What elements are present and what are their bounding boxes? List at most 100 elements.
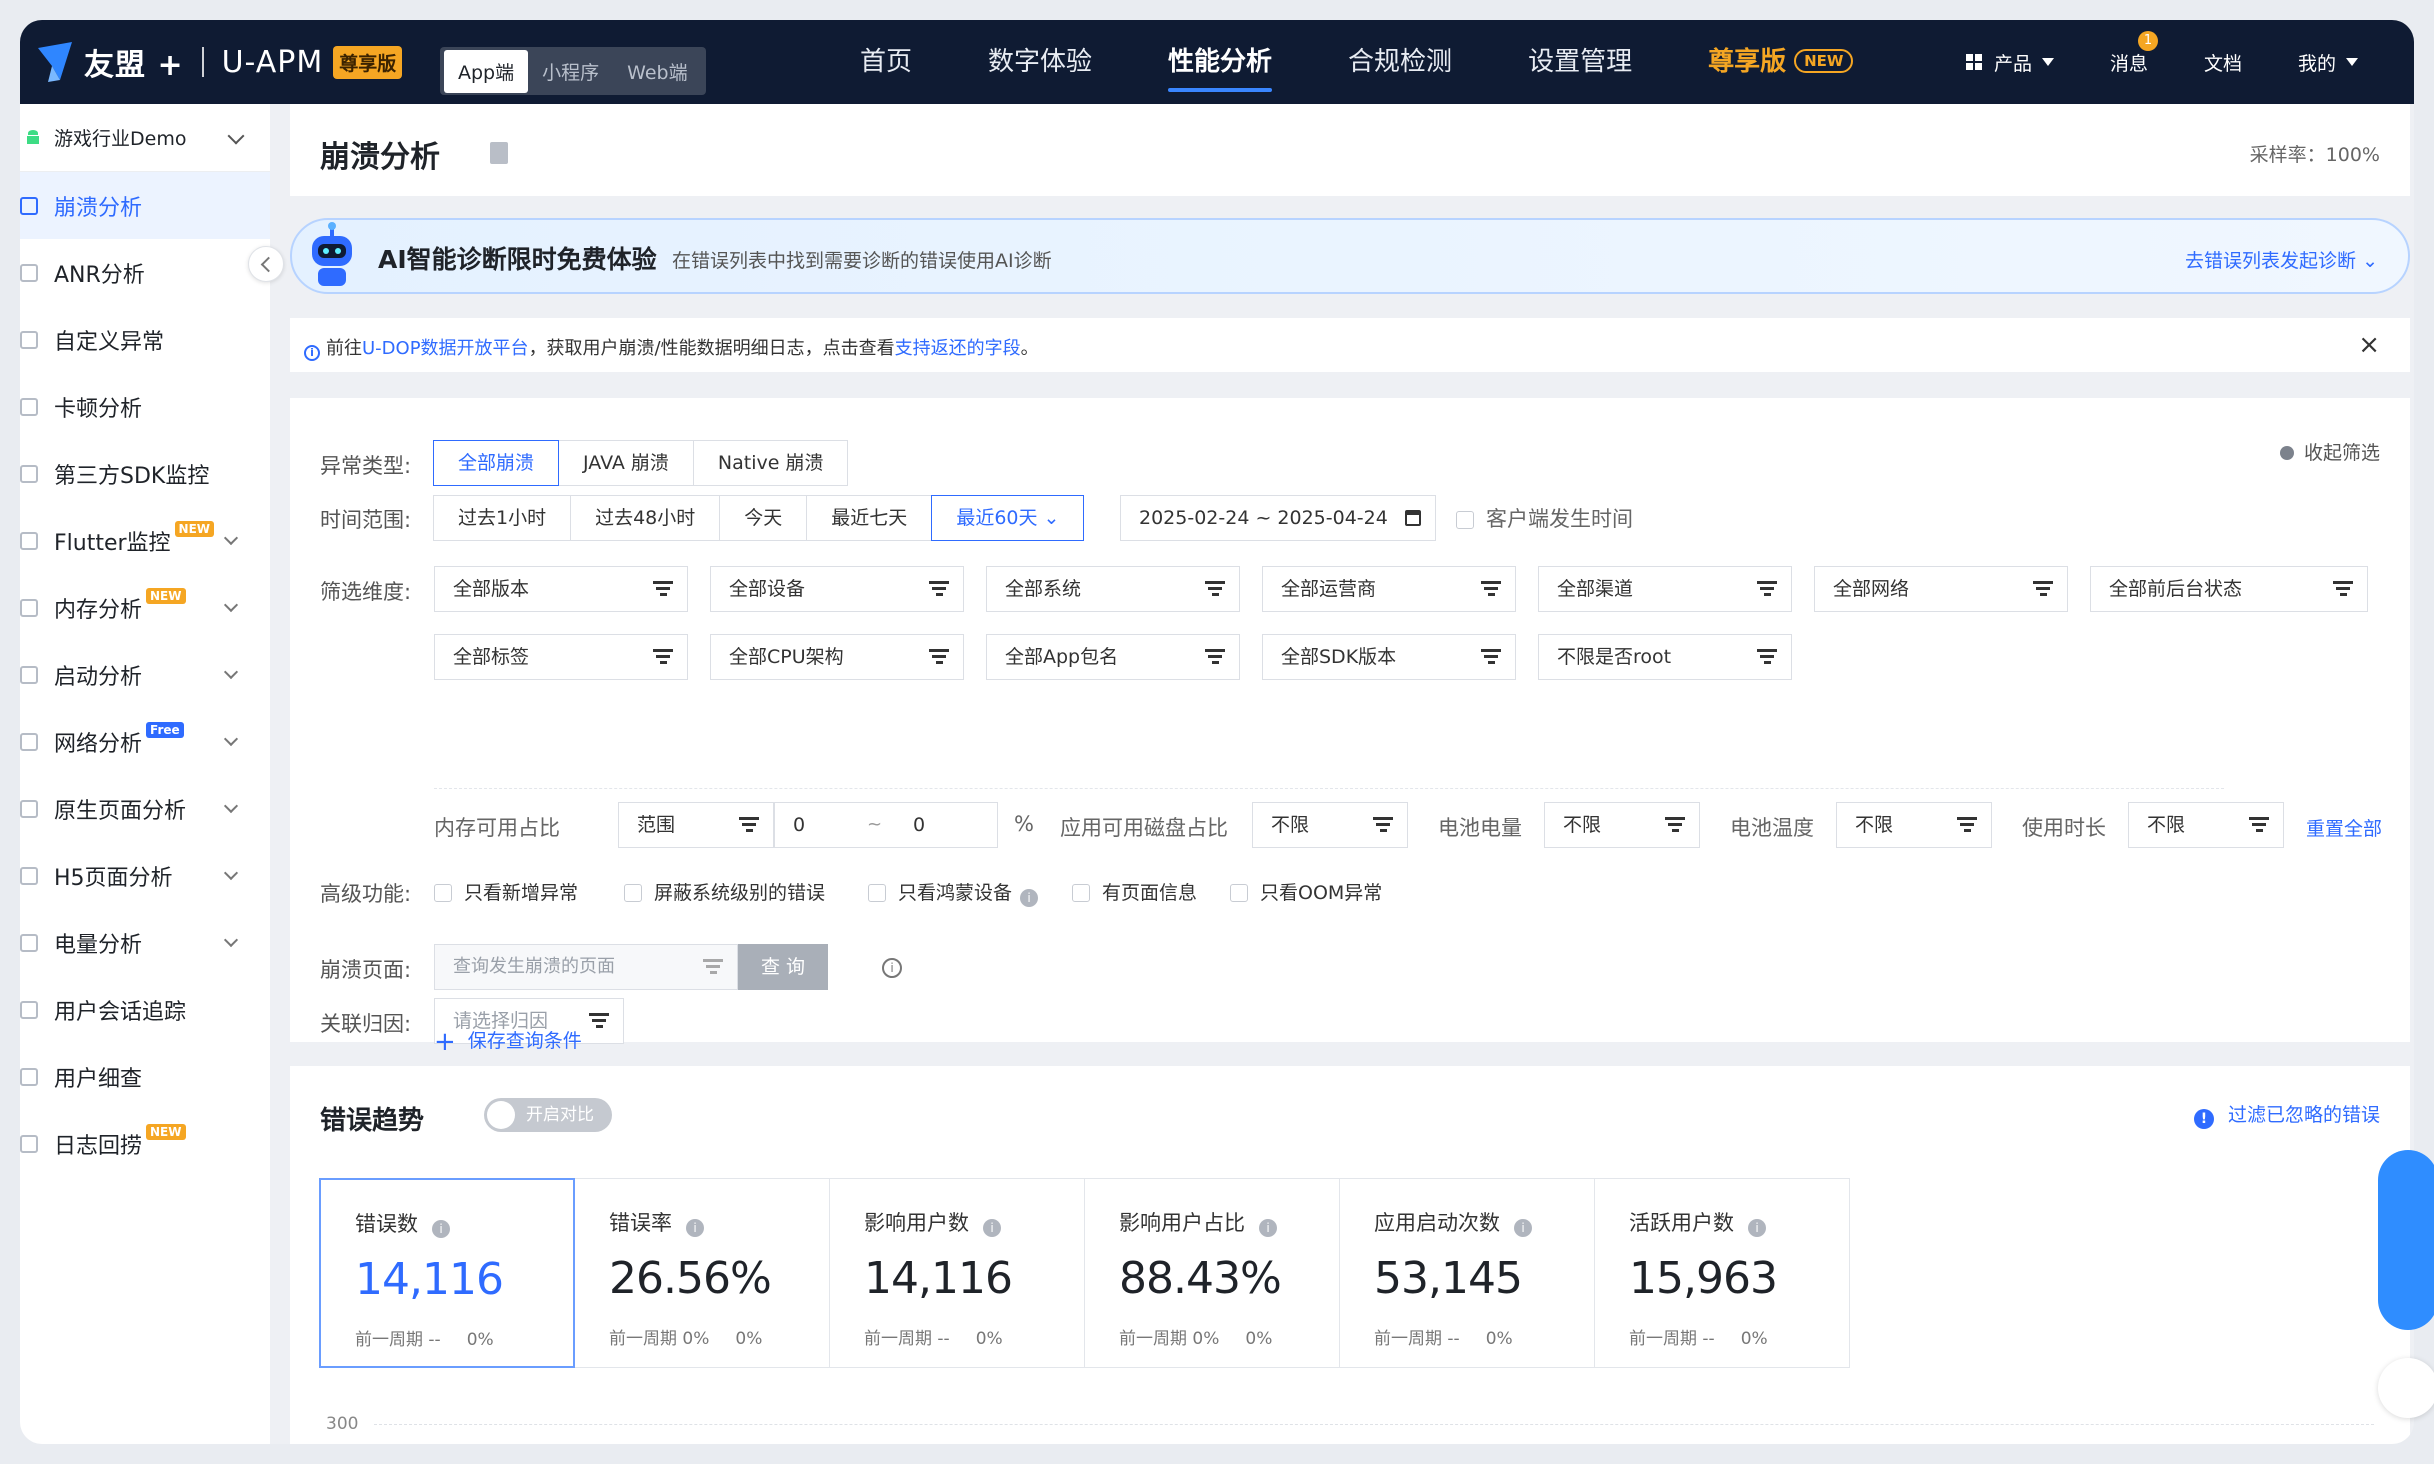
client-time-checkbox[interactable]: 客户端发生时间 xyxy=(1456,503,1633,533)
time-today[interactable]: 今天 xyxy=(719,495,808,541)
battery-temp-select[interactable]: 不限 xyxy=(1836,802,1992,848)
ai-diagnosis-link[interactable]: 去错误列表发起诊断 ⌄ xyxy=(2185,246,2378,273)
disk-ratio-select[interactable]: 不限 xyxy=(1252,802,1408,848)
sidebar-item-log-retrieve[interactable]: 日志回捞 NEW xyxy=(20,1110,270,1177)
help-icon[interactable]: i xyxy=(1259,1219,1277,1237)
compare-toggle[interactable]: 开启对比 xyxy=(484,1098,612,1132)
memory-mode-select[interactable]: 范围 xyxy=(618,802,774,848)
metric-app-launches[interactable]: 应用启动次数 i 53,145 前一周期 -- 0% xyxy=(1339,1178,1595,1368)
dim-tag[interactable]: 全部标签 xyxy=(434,634,688,680)
platform-app[interactable]: App端 xyxy=(444,49,529,93)
udop-link[interactable]: U-DOP数据开放平台 xyxy=(362,338,529,359)
app-window: 友盟 + U-APM 尊享版 App端 小程序 Web端 首页 数字体验 性能分… xyxy=(20,20,2414,1444)
sidebar-collapse-button[interactable] xyxy=(248,246,284,282)
sidebar-item-native-page[interactable]: 原生页面分析 xyxy=(20,775,270,842)
sidebar-item-startup[interactable]: 启动分析 xyxy=(20,641,270,708)
checkbox-icon xyxy=(624,884,642,902)
sidebar-item-network[interactable]: 网络分析 Free xyxy=(20,708,270,775)
adv-has-page-info[interactable]: 有页面信息 xyxy=(1072,878,1197,905)
info-icon[interactable]: i xyxy=(882,958,902,978)
usage-duration-select[interactable]: 不限 xyxy=(2128,802,2284,848)
sidebar-item-h5-page[interactable]: H5页面分析 xyxy=(20,842,270,909)
collapse-filter-button[interactable]: 收起筛选 xyxy=(2280,438,2380,465)
notice-middle: ，获取用户崩溃/性能数据明细日志，点击查看 xyxy=(528,338,895,359)
date-range-picker[interactable]: 2025-02-24 ~ 2025-04-24 xyxy=(1120,495,1436,541)
logo[interactable]: 友盟 + U-APM 尊享版 xyxy=(34,38,403,86)
bookmark-icon[interactable] xyxy=(490,142,508,164)
nav-settings[interactable]: 设置管理 xyxy=(1528,20,1632,104)
battery-level-select[interactable]: 不限 xyxy=(1544,802,1700,848)
feedback-float-button[interactable] xyxy=(2378,1358,2434,1418)
dim-channel[interactable]: 全部渠道 xyxy=(1538,566,1792,612)
save-query-button[interactable]: 保存查询条件 xyxy=(434,1026,582,1057)
sidebar-item-battery[interactable]: 电量分析 xyxy=(20,909,270,976)
metric-pct: 0% xyxy=(1740,1329,1768,1349)
sidebar-item-crash[interactable]: 崩溃分析 xyxy=(20,172,270,239)
time-1h[interactable]: 过去1小时 xyxy=(433,495,572,541)
nav-home[interactable]: 首页 xyxy=(860,20,912,104)
customer-service-float[interactable] xyxy=(2378,1150,2434,1330)
nav-digital-experience[interactable]: 数字体验 xyxy=(988,20,1092,104)
help-icon[interactable]: i xyxy=(686,1219,704,1237)
adv-oom-only[interactable]: 只看OOM异常 xyxy=(1230,878,1382,905)
type-native[interactable]: Native 崩溃 xyxy=(692,440,849,486)
message-count-badge: 1 xyxy=(2137,30,2158,51)
dim-carrier[interactable]: 全部运营商 xyxy=(1262,566,1516,612)
product-menu[interactable]: 产品 xyxy=(1965,49,2054,76)
dim-os[interactable]: 全部系统 xyxy=(986,566,1240,612)
docs-link[interactable]: 文档 xyxy=(2204,49,2242,76)
memory-range-input[interactable]: 0 ~0 xyxy=(774,802,998,848)
app-selector[interactable]: 游戏行业Demo xyxy=(20,104,270,172)
mine-menu[interactable]: 我的 xyxy=(2298,49,2358,76)
type-all[interactable]: 全部崩溃 xyxy=(433,440,560,486)
metric-active-users[interactable]: 活跃用户数 i 15,963 前一周期 -- 0% xyxy=(1594,1178,1850,1368)
fields-link[interactable]: 支持返还的字段 xyxy=(895,338,1021,359)
sidebar-item-custom-exception[interactable]: 自定义异常 xyxy=(20,306,270,373)
dim-version[interactable]: 全部版本 xyxy=(434,566,688,612)
chevron-down-icon xyxy=(227,127,245,145)
help-icon[interactable]: i xyxy=(983,1219,1001,1237)
dim-root[interactable]: 不限是否root xyxy=(1538,634,1792,680)
filter-ignored-link[interactable]: 过滤已忽略的错误 xyxy=(2194,1100,2380,1129)
metric-affected-users[interactable]: 影响用户数 i 14,116 前一周期 -- 0% xyxy=(829,1178,1085,1368)
sidebar-item-session-trace[interactable]: 用户会话追踪 xyxy=(20,976,270,1043)
time-60d[interactable]: 最近60天 ⌄ xyxy=(931,495,1085,541)
close-icon[interactable]: × xyxy=(2358,330,2380,360)
platform-web[interactable]: Web端 xyxy=(613,50,701,93)
sidebar-item-third-party-sdk[interactable]: 第三方SDK监控 xyxy=(20,440,270,507)
sidebar-item-user-detail[interactable]: 用户细查 xyxy=(20,1043,270,1110)
help-icon[interactable]: i xyxy=(432,1220,450,1238)
sidebar-item-flutter[interactable]: Flutter监控 NEW xyxy=(20,507,270,574)
nav-vip[interactable]: 尊享版 NEW xyxy=(1708,20,1854,104)
notice-prefix: 前往 xyxy=(326,338,362,359)
time-7d[interactable]: 最近七天 xyxy=(806,495,933,541)
dim-sdk-version[interactable]: 全部SDK版本 xyxy=(1262,634,1516,680)
help-icon[interactable]: i xyxy=(1514,1219,1532,1237)
message-link[interactable]: 消息 1 xyxy=(2110,30,2158,76)
nav-performance[interactable]: 性能分析 xyxy=(1168,20,1273,104)
sidebar-item-anr[interactable]: ANR分析 xyxy=(20,239,270,306)
metric-affected-user-ratio[interactable]: 影响用户占比 i 88.43% 前一周期 0% 0% xyxy=(1084,1178,1340,1368)
dim-device[interactable]: 全部设备 xyxy=(710,566,964,612)
sidebar-item-lag[interactable]: 卡顿分析 xyxy=(20,373,270,440)
nav-compliance[interactable]: 合规检测 xyxy=(1348,20,1452,104)
brand-name: 友盟 + xyxy=(84,48,184,83)
adv-harmony-only[interactable]: 只看鸿蒙设备 i xyxy=(868,878,1039,907)
platform-miniprogram[interactable]: 小程序 xyxy=(528,50,613,93)
dim-cpu-arch[interactable]: 全部CPU架构 xyxy=(710,634,964,680)
dim-fg-bg-state[interactable]: 全部前后台状态 xyxy=(2090,566,2368,612)
query-button[interactable]: 查 询 xyxy=(738,944,828,990)
reset-all-button[interactable]: 重置全部 xyxy=(2306,814,2382,841)
help-icon[interactable]: i xyxy=(1748,1219,1766,1237)
adv-new-only[interactable]: 只看新增异常 xyxy=(434,878,578,905)
dim-app-package[interactable]: 全部App包名 xyxy=(986,634,1240,680)
adv-block-system[interactable]: 屏蔽系统级别的错误 xyxy=(624,878,825,905)
type-java[interactable]: JAVA 崩溃 xyxy=(558,440,694,486)
metric-error-count[interactable]: 错误数 i 14,116 前一周期 -- 0% xyxy=(319,1178,575,1368)
crash-page-input[interactable]: 查询发生崩溃的页面 xyxy=(434,944,738,990)
sidebar-item-memory[interactable]: 内存分析 NEW xyxy=(20,574,270,641)
time-48h[interactable]: 过去48小时 xyxy=(570,495,721,541)
metric-error-rate[interactable]: 错误率 i 26.56% 前一周期 0% 0% xyxy=(574,1178,830,1368)
help-icon[interactable]: i xyxy=(1020,889,1039,907)
dim-network[interactable]: 全部网络 xyxy=(1814,566,2068,612)
